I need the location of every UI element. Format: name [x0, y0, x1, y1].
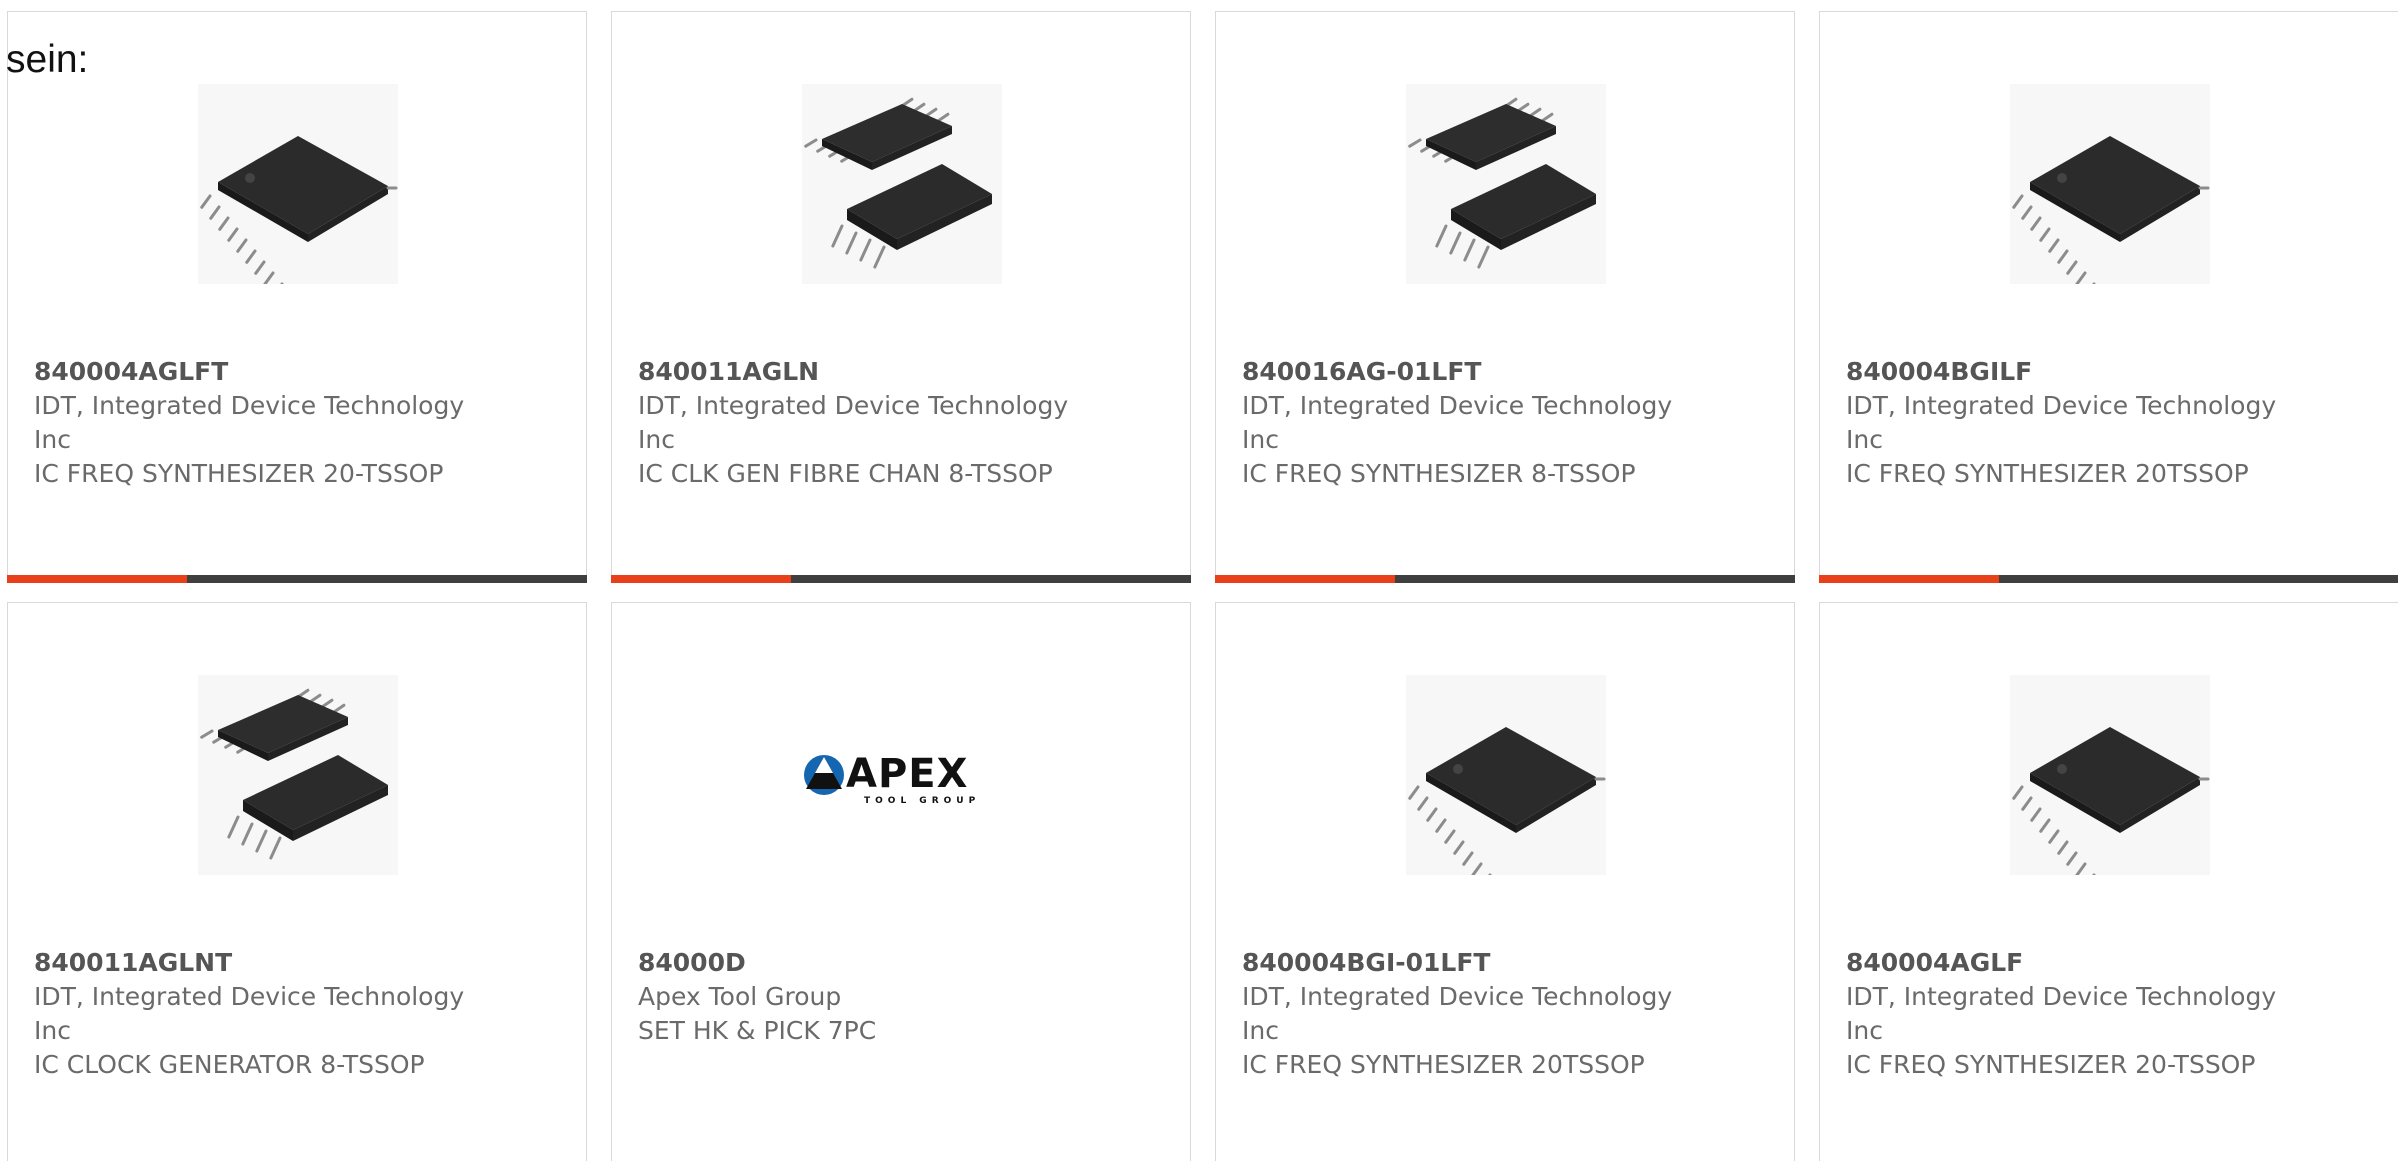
product-info: 840004AGLFT IDT, Integrated Device Techn…: [34, 355, 494, 491]
product-info: 840004BGILF IDT, Integrated Device Techn…: [1846, 355, 2306, 491]
product-image[interactable]: [802, 84, 1002, 284]
product-description: IC FREQ SYNTHESIZER 20-TSSOP: [34, 459, 444, 488]
product-info: 84000D Apex Tool Group SET HK & PICK 7PC: [638, 946, 1098, 1048]
product-description: IC FREQ SYNTHESIZER 20-TSSOP: [1846, 1050, 2256, 1079]
card-bottom-bar: [611, 575, 1191, 583]
card-bottom-bar: [1819, 575, 2398, 583]
tssop20-chip-icon: [198, 84, 398, 284]
product-info: 840016AG-01LFT IDT, Integrated Device Te…: [1242, 355, 1702, 491]
product-card[interactable]: 840004BGI-01LFT IDT, Integrated Device T…: [1215, 602, 1795, 1161]
manufacturer-name: IDT, Integrated Device Technology Inc: [638, 391, 1069, 454]
product-description: IC FREQ SYNTHESIZER 8-TSSOP: [1242, 459, 1636, 488]
product-image[interactable]: [2010, 84, 2210, 284]
product-info: 840011AGLNT IDT, Integrated Device Techn…: [34, 946, 494, 1082]
manufacturer-name: IDT, Integrated Device Technology Inc: [34, 391, 465, 454]
part-number-link[interactable]: 840004AGLF: [1846, 946, 2306, 980]
card-bottom-bar: [1215, 575, 1795, 583]
card-bar-accent: [611, 575, 791, 583]
product-image[interactable]: [2010, 675, 2210, 875]
card-bottom-bar: [7, 575, 587, 583]
product-image[interactable]: [1406, 675, 1606, 875]
part-number-link[interactable]: 840011AGLNT: [34, 946, 494, 980]
product-info: 840011AGLN IDT, Integrated Device Techno…: [638, 355, 1098, 491]
product-card[interactable]: 840004BGILF IDT, Integrated Device Techn…: [1819, 11, 2398, 583]
product-card[interactable]: 840011AGLN IDT, Integrated Device Techno…: [611, 11, 1191, 583]
tssop8-chip-pair-icon: [1406, 84, 1606, 284]
product-grid: 840004AGLFT IDT, Integrated Device Techn…: [7, 11, 2398, 1161]
product-info: 840004BGI-01LFT IDT, Integrated Device T…: [1242, 946, 1702, 1082]
product-card[interactable]: APEX TOOL GROUP 84000D Apex Tool Group S…: [611, 602, 1191, 1161]
product-image[interactable]: [198, 84, 398, 284]
product-info: 840004AGLF IDT, Integrated Device Techno…: [1846, 946, 2306, 1082]
manufacturer-name: Apex Tool Group: [638, 982, 842, 1011]
card-bar-accent: [1819, 575, 1999, 583]
manufacturer-name: IDT, Integrated Device Technology Inc: [34, 982, 465, 1045]
part-number-link[interactable]: 840004AGLFT: [34, 355, 494, 389]
product-image[interactable]: [198, 675, 398, 875]
part-number-link[interactable]: 840004BGILF: [1846, 355, 2306, 389]
product-card[interactable]: 840011AGLNT IDT, Integrated Device Techn…: [7, 602, 587, 1161]
product-image[interactable]: [1406, 84, 1606, 284]
product-description: IC CLK GEN FIBRE CHAN 8-TSSOP: [638, 459, 1053, 488]
card-bar-accent: [1215, 575, 1395, 583]
product-card[interactable]: 840016AG-01LFT IDT, Integrated Device Te…: [1215, 11, 1795, 583]
manufacturer-name: IDT, Integrated Device Technology Inc: [1242, 982, 1673, 1045]
card-bar-accent: [7, 575, 187, 583]
tssop8-chip-pair-icon: [198, 675, 398, 875]
tssop8-chip-pair-icon: [802, 84, 1002, 284]
part-number-link[interactable]: 840004BGI-01LFT: [1242, 946, 1702, 980]
tssop20-chip-icon: [2010, 675, 2210, 875]
tssop20-chip-icon: [2010, 84, 2210, 284]
svg-text:APEX: APEX: [846, 751, 968, 797]
product-card[interactable]: 840004AGLF IDT, Integrated Device Techno…: [1819, 602, 2398, 1161]
page: sein: 840004AGLFT IDT, Integrated Device…: [0, 0, 2398, 1161]
product-card[interactable]: 840004AGLFT IDT, Integrated Device Techn…: [7, 11, 587, 583]
part-number-link[interactable]: 840016AG-01LFT: [1242, 355, 1702, 389]
product-description: IC FREQ SYNTHESIZER 20TSSOP: [1846, 459, 2249, 488]
tssop20-chip-icon: [1406, 675, 1606, 875]
manufacturer-name: IDT, Integrated Device Technology Inc: [1846, 982, 2277, 1045]
manufacturer-name: IDT, Integrated Device Technology Inc: [1846, 391, 2277, 454]
manufacturer-name: IDT, Integrated Device Technology Inc: [1242, 391, 1673, 454]
part-number-link[interactable]: 84000D: [638, 946, 1098, 980]
part-number-link[interactable]: 840011AGLN: [638, 355, 1098, 389]
product-description: IC CLOCK GENERATOR 8-TSSOP: [34, 1050, 425, 1079]
lead-text: sein:: [6, 38, 89, 81]
product-description: IC FREQ SYNTHESIZER 20TSSOP: [1242, 1050, 1645, 1079]
product-description: SET HK & PICK 7PC: [638, 1016, 877, 1045]
product-image[interactable]: APEX TOOL GROUP: [802, 675, 1002, 875]
apex-logo: APEX TOOL GROUP: [804, 751, 980, 806]
svg-text:TOOL GROUP: TOOL GROUP: [864, 796, 980, 806]
